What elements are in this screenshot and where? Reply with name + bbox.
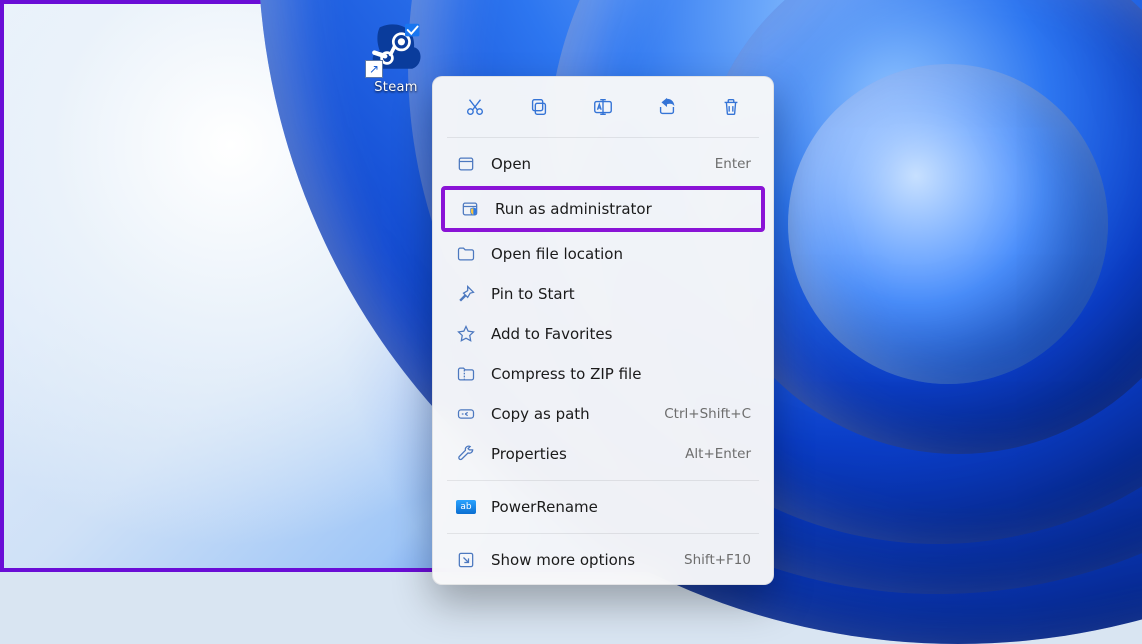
menu-item-label: Add to Favorites: [491, 325, 737, 343]
menu-item-label: Pin to Start: [491, 285, 737, 303]
menu-item-label: Run as administrator: [495, 200, 733, 218]
folder-icon: [455, 243, 477, 265]
menu-item-label: Copy as path: [491, 405, 650, 423]
copy-button[interactable]: [519, 89, 559, 125]
desktop-shortcut-steam[interactable]: ↗ Steam: [361, 22, 431, 95]
menu-item-open[interactable]: Open Enter: [441, 144, 765, 184]
star-icon: [455, 323, 477, 345]
cut-icon: [464, 96, 486, 118]
menu-item-accel: Shift+F10: [684, 552, 751, 568]
menu-item-label: Open: [491, 155, 701, 173]
rename-button[interactable]: [583, 89, 623, 125]
highlight-box: Run as administrator: [441, 186, 765, 232]
delete-button[interactable]: [711, 89, 751, 125]
menu-item-run-as-administrator[interactable]: Run as administrator: [445, 190, 761, 228]
separator: [447, 480, 759, 481]
menu-item-accel: Ctrl+Shift+C: [664, 406, 751, 422]
desktop-shortcut-label: Steam: [361, 80, 431, 95]
menu-item-open-file-location[interactable]: Open file location: [441, 234, 765, 274]
rename-icon: [592, 96, 614, 118]
delete-icon: [720, 96, 742, 118]
pin-icon: [455, 283, 477, 305]
expand-icon: [455, 549, 477, 571]
window-icon: [455, 153, 477, 175]
share-button[interactable]: [647, 89, 687, 125]
menu-item-powerrename[interactable]: ab PowerRename: [441, 487, 765, 527]
path-icon: [455, 403, 477, 425]
wallpaper-swirl: [788, 64, 1108, 384]
menu-item-pin-to-start[interactable]: Pin to Start: [441, 274, 765, 314]
menu-item-compress-to-zip[interactable]: Compress to ZIP file: [441, 354, 765, 394]
menu-item-accel: Enter: [715, 156, 751, 172]
menu-item-label: Open file location: [491, 245, 737, 263]
menu-item-copy-as-path[interactable]: Copy as path Ctrl+Shift+C: [441, 394, 765, 434]
menu-item-label: Properties: [491, 445, 671, 463]
wrench-icon: [455, 443, 477, 465]
shield-icon: [459, 198, 481, 220]
share-icon: [656, 96, 678, 118]
shortcut-arrow-badge: ↗: [365, 60, 383, 78]
context-menu-action-row: [437, 85, 769, 131]
copy-icon: [528, 96, 550, 118]
zip-icon: [455, 363, 477, 385]
menu-item-label: Compress to ZIP file: [491, 365, 737, 383]
menu-item-show-more-options[interactable]: Show more options Shift+F10: [441, 540, 765, 580]
separator: [447, 137, 759, 138]
powerrename-icon: ab: [455, 496, 477, 518]
cut-button[interactable]: [455, 89, 495, 125]
menu-item-properties[interactable]: Properties Alt+Enter: [441, 434, 765, 474]
menu-item-label: PowerRename: [491, 498, 737, 516]
menu-item-add-to-favorites[interactable]: Add to Favorites: [441, 314, 765, 354]
separator: [447, 533, 759, 534]
context-menu: Open Enter Run as administrator Open fil…: [432, 76, 774, 585]
menu-item-label: Show more options: [491, 551, 670, 569]
menu-item-accel: Alt+Enter: [685, 446, 751, 462]
